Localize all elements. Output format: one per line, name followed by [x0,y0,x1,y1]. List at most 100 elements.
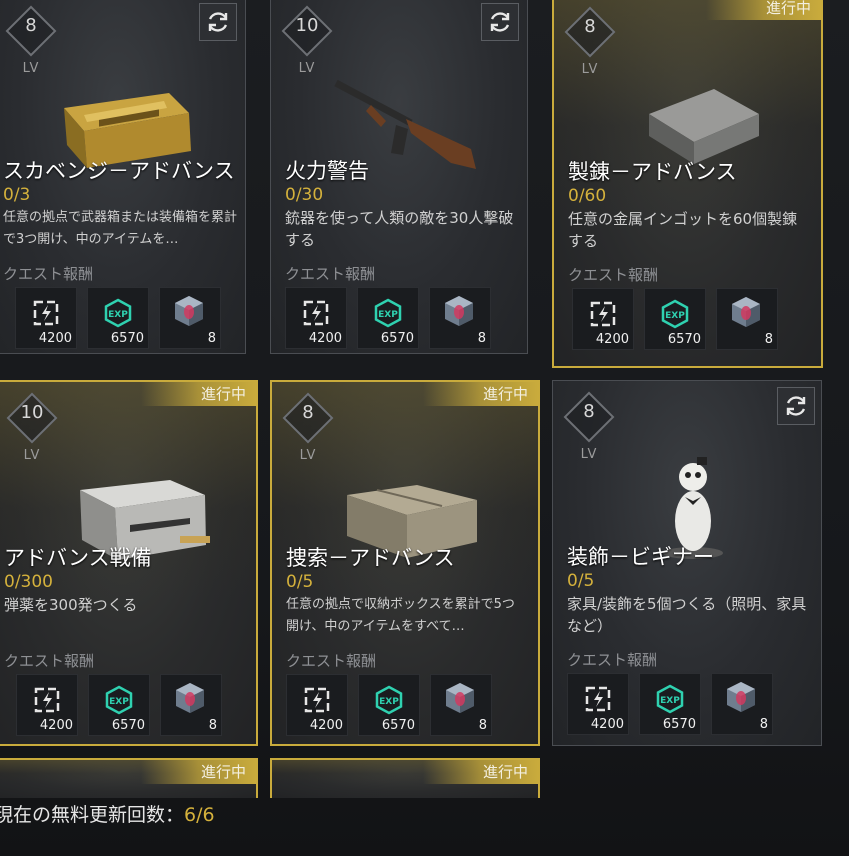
reward-amount: 8 [478,718,487,733]
cube-icon [732,297,760,327]
reward-label: クエスト報酬 [567,651,658,669]
quest-card-firepower[interactable]: 10 LV 火力警告 0/30 銃器を使って人類の敵を30人撃破する クエスト報… [270,0,528,354]
quest-progress: 0/3 [3,185,31,205]
quest-progress: 0/5 [286,572,314,592]
reward-label: クエスト報酬 [568,266,659,284]
supply-icon [585,686,611,712]
quest-title: 火力警告 [285,159,369,183]
free-refresh-count: 現在の無料更新回数：6/6 [0,800,215,827]
quest-description: 任意の拠点で収納ボックスを累計で5つ開け、中のアイテムをすべて… [286,597,515,634]
quest-card-ammo[interactable]: 進行中 10 LV アドバンス戦備 0/300 弾薬を300発つくる クエスト報… [0,380,258,746]
reward-amount: 8 [208,718,217,733]
reward-exp[interactable]: EXP 6570 [87,287,149,349]
reward-amount: 6570 [110,331,144,346]
refresh-button[interactable] [199,3,237,41]
reward-label: クエスト報酬 [3,265,94,283]
exp-icon: EXP [375,685,403,715]
status-tag: 進行中 [140,382,256,406]
supply-icon [303,300,329,326]
status-tag: 進行中 [705,0,821,20]
reward-exp[interactable]: EXP 6570 [358,674,420,736]
reward-supply[interactable]: 4200 [572,288,634,350]
reward-amount: 4200 [590,717,624,732]
status-tag: 進行中 [422,382,538,406]
reward-amount: 8 [764,332,773,347]
supply-icon [304,687,330,713]
reward-list: 4200 EXP 6570 8 [286,674,492,736]
level-number: 8 [583,401,595,422]
reward-supply[interactable]: 4200 [567,673,629,735]
reward-amount: 8 [207,331,216,346]
refresh-icon [490,12,510,32]
quest-card-partial[interactable]: 進行中 [0,758,258,798]
cube-icon [727,682,755,712]
level-number: 8 [302,402,314,423]
svg-text:EXP: EXP [379,697,399,707]
free-refresh-label: 現在の無料更新回数： [0,804,185,826]
reward-exp[interactable]: EXP 6570 [357,287,419,349]
exp-icon: EXP [656,684,684,714]
refresh-icon [786,396,806,416]
reward-supply[interactable]: 4200 [15,287,77,349]
quest-description: 銃器を使って人類の敵を30人撃破する [285,209,514,249]
quest-progress: 0/300 [4,572,53,592]
reward-cube[interactable]: 8 [430,674,492,736]
cube-icon [446,683,474,713]
quest-progress: 0/5 [567,571,595,591]
refresh-icon [208,12,228,32]
exp-icon: EXP [374,298,402,328]
exp-icon: EXP [105,685,133,715]
reward-amount: 6570 [381,718,415,733]
reward-list: 4200 EXP 6570 8 [567,673,773,735]
reward-list: 4200 EXP 6570 8 [572,288,778,350]
reward-amount: 4200 [39,718,73,733]
reward-cube[interactable]: 8 [159,287,221,349]
reward-exp[interactable]: EXP 6570 [88,674,150,736]
cube-icon [176,683,204,713]
reward-cube[interactable]: 8 [429,287,491,349]
quest-card-search[interactable]: 進行中 8 LV 捜索－アドバンス 0/5 任意の拠点で収納ボックスを累計で5つ… [270,380,540,746]
reward-cube[interactable]: 8 [160,674,222,736]
supply-icon [590,301,616,327]
reward-cube[interactable]: 8 [716,288,778,350]
free-refresh-value: 6/6 [184,804,215,826]
reward-exp[interactable]: EXP 6570 [644,288,706,350]
exp-icon: EXP [104,298,132,328]
reward-amount: 6570 [111,718,145,733]
quest-card-decoration[interactable]: 8 LV 装飾－ビギナー 0/5 家具/装飾を5個つくる（照明、家具など） クエ… [552,380,822,746]
reward-label: クエスト報酬 [285,265,376,283]
quest-title: 捜索－アドバンス [286,546,455,570]
reward-amount: 6570 [662,717,696,732]
quest-card-scavenge[interactable]: 8 LV スカベンジ－アドバンス 0/3 任意の拠点で武器箱または装備箱を累計で… [0,0,246,354]
exp-icon: EXP [661,299,689,329]
quest-progress: 0/30 [285,185,324,205]
reward-supply[interactable]: 4200 [286,674,348,736]
quest-title: アドバンス戦備 [4,546,152,570]
quest-description: 弾薬を300発つくる [4,596,138,614]
cube-icon [175,296,203,326]
svg-text:EXP: EXP [660,696,680,706]
reward-list: 4200 EXP 6570 8 [285,287,491,349]
reward-supply[interactable]: 4200 [285,287,347,349]
quest-title: 製錬－アドバンス [568,160,737,184]
level-number: 10 [20,402,44,423]
svg-text:EXP: EXP [665,311,685,321]
reward-list: 4200 EXP 6570 8 [16,674,222,736]
quest-description: 任意の拠点で武器箱または装備箱を累計で3つ開け、中のアイテムを… [3,210,238,247]
level-number: 8 [25,15,37,36]
quest-description: 家具/装飾を5個つくる（照明、家具など） [567,595,807,635]
reward-supply[interactable]: 4200 [16,674,78,736]
reward-exp[interactable]: EXP 6570 [639,673,701,735]
reward-cube[interactable]: 8 [711,673,773,735]
reward-amount: 6570 [380,331,414,346]
quest-description: 任意の金属インゴットを60個製錬する [568,210,798,250]
quest-card-partial[interactable]: 進行中 [270,758,540,798]
refresh-button[interactable] [777,387,815,425]
reward-label: クエスト報酬 [286,652,377,670]
status-tag: 進行中 [140,760,256,784]
refresh-button[interactable] [481,3,519,41]
reward-amount: 4200 [595,332,629,347]
reward-amount: 4200 [308,331,342,346]
supply-icon [34,687,60,713]
quest-card-smelting[interactable]: 進行中 8 LV 製錬－アドバンス 0/60 任意の金属インゴットを60個製錬す… [552,0,823,368]
